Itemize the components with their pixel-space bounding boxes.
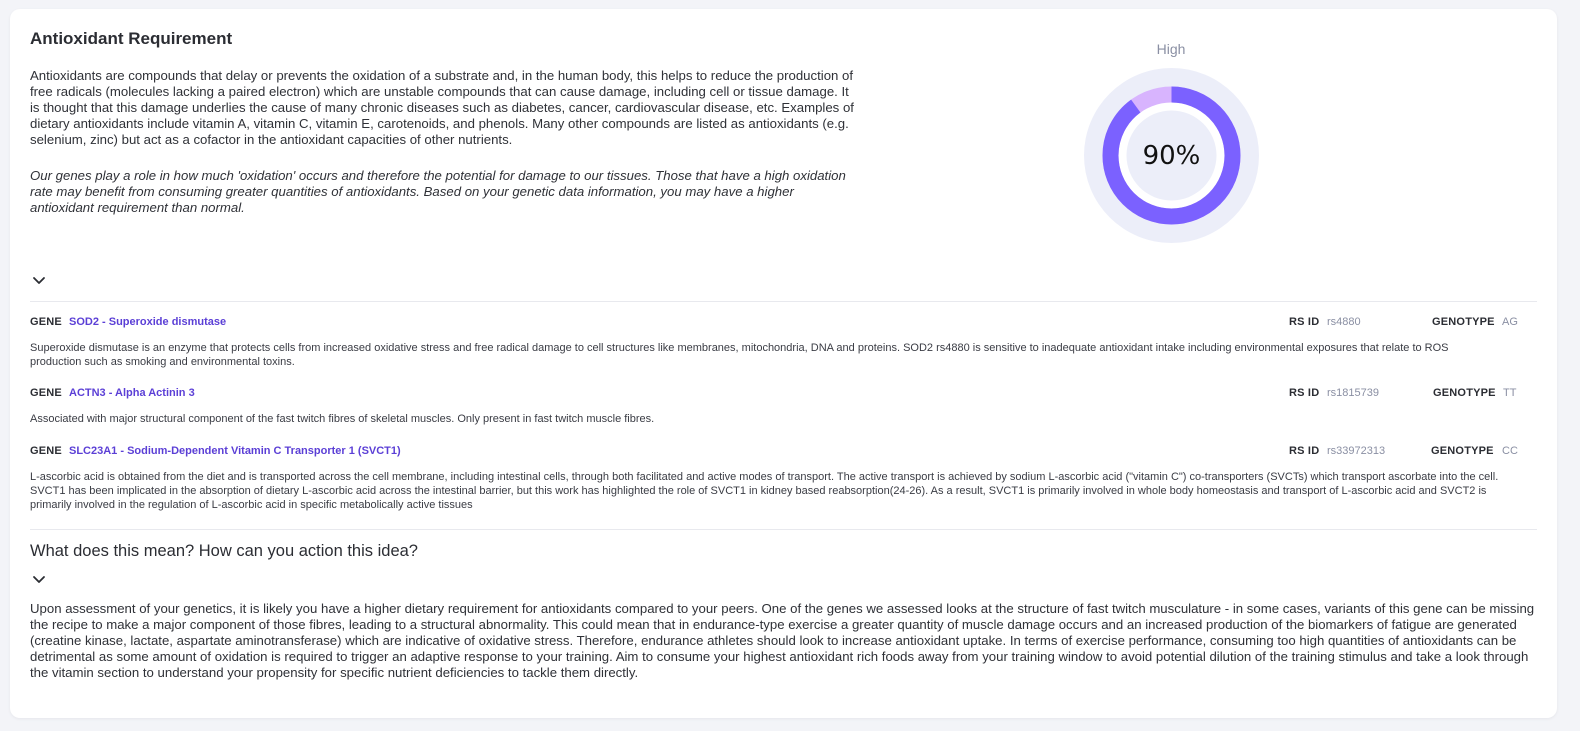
gene-label: GENE [30,445,62,457]
genotype-label: GENOTYPE [1433,387,1496,399]
divider [30,301,1537,302]
gene-entry: GENE SOD2 - Superoxide dismutase RS ID r… [30,316,1518,369]
expand-details-toggle[interactable] [30,272,48,290]
gene-description: L-ascorbic acid is obtained from the die… [30,471,1499,511]
intro-italic-text: Our genes play a role in how much 'oxida… [30,168,846,215]
antioxidant-card: Antioxidant Requirement Antioxidants are… [10,9,1557,718]
gene-entry: GENE SLC23A1 - Sodium-Dependent Vitamin … [30,445,1518,512]
gene-header: GENE ACTN3 - Alpha Actinin 3 RS ID rs181… [30,387,1516,403]
rsid-value: rs33972313 [1327,445,1386,457]
gene-name-link[interactable]: SLC23A1 - Sodium-Dependent Vitamin C Tra… [69,445,401,457]
gene-label: GENE [30,316,62,328]
action-section-title: What does this mean? How can you action … [30,542,418,560]
genotype-value: TT [1503,387,1517,399]
rsid-label: RS ID [1289,387,1320,399]
gene-header: GENE SLC23A1 - Sodium-Dependent Vitamin … [30,445,1518,461]
level-label: High [1156,41,1186,57]
gene-name-link[interactable]: SOD2 - Superoxide dismutase [69,316,226,328]
genotype-value: AG [1502,316,1518,328]
divider [30,529,1537,530]
gauge-value-text: 90% [1142,140,1201,171]
genotype-label: GENOTYPE [1432,316,1495,328]
gene-header: GENE SOD2 - Superoxide dismutase RS ID r… [30,316,1518,332]
card-title: Antioxidant Requirement [30,29,233,48]
chevron-down-icon [33,576,45,583]
score-gauge: 90% [1084,68,1259,243]
rsid-label: RS ID [1289,445,1320,457]
expand-action-toggle[interactable] [30,571,48,589]
gene-label: GENE [30,387,62,399]
gene-description: Associated with major structural compone… [30,413,655,425]
action-summary-text: Upon assessment of your genetics, it is … [30,601,1535,680]
gene-description: Superoxide dismutase is an enzyme that p… [30,342,1449,368]
rsid-value: rs1815739 [1327,387,1379,399]
chevron-down-icon [33,277,45,284]
gene-entry: GENE ACTN3 - Alpha Actinin 3 RS ID rs181… [30,387,1516,426]
genotype-value: CC [1502,445,1518,457]
rsid-value: rs4880 [1327,316,1361,328]
gene-name-link[interactable]: ACTN3 - Alpha Actinin 3 [69,387,195,399]
genotype-label: GENOTYPE [1431,445,1494,457]
rsid-label: RS ID [1289,316,1320,328]
intro-text: Antioxidants are compounds that delay or… [30,68,854,147]
